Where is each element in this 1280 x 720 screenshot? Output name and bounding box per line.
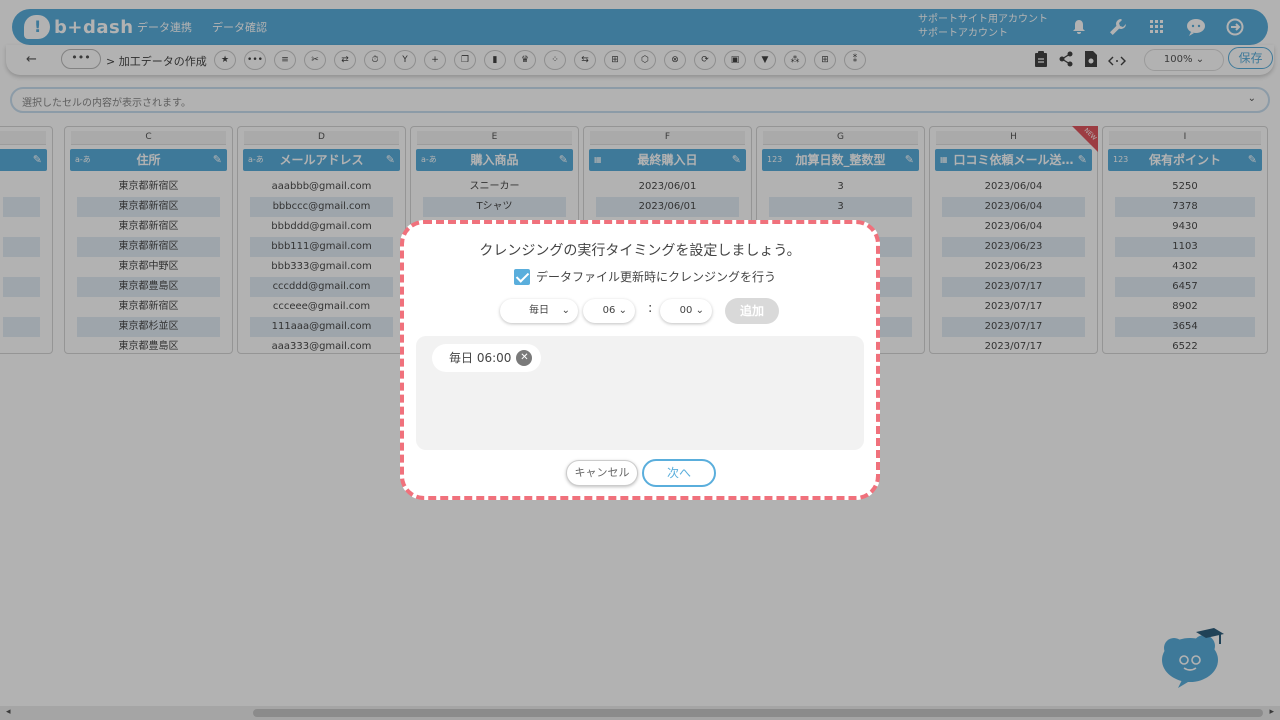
- schedule-chip-label: 毎日 06:00: [449, 351, 512, 365]
- frequency-select[interactable]: 毎日 ⌄: [500, 299, 578, 323]
- chevron-down-icon: ⌄: [561, 305, 570, 316]
- schedule-list: 毎日 06:00 ✕: [416, 336, 864, 450]
- minute-select[interactable]: 00 ⌄: [660, 299, 712, 323]
- minute-value: 00: [679, 305, 693, 316]
- chevron-down-icon: ⌄: [695, 305, 704, 316]
- dialog-title: クレンジングの実行タイミングを設定しましょう。: [479, 243, 801, 259]
- add-schedule-button[interactable]: 追加: [725, 298, 779, 324]
- hour-value: 06: [602, 305, 616, 316]
- remove-schedule-icon[interactable]: ✕: [516, 350, 533, 366]
- checkbox-checked-icon[interactable]: [514, 268, 530, 285]
- next-button[interactable]: 次へ: [642, 459, 716, 487]
- cleansing-timing-dialog: クレンジングの実行タイミングを設定しましょう。 データファイル更新時にクレンジン…: [400, 220, 880, 500]
- schedule-chip: 毎日 06:00 ✕: [432, 344, 542, 372]
- hour-select[interactable]: 06 ⌄: [583, 299, 635, 323]
- frequency-value: 毎日: [529, 305, 549, 316]
- chevron-down-icon: ⌄: [618, 305, 627, 316]
- time-separator: :: [648, 301, 653, 316]
- checkbox-label: データファイル更新時にクレンジングを行う: [536, 270, 777, 284]
- update-cleansing-checkbox-row[interactable]: データファイル更新時にクレンジングを行う: [514, 268, 776, 285]
- cancel-button[interactable]: キャンセル: [566, 460, 638, 486]
